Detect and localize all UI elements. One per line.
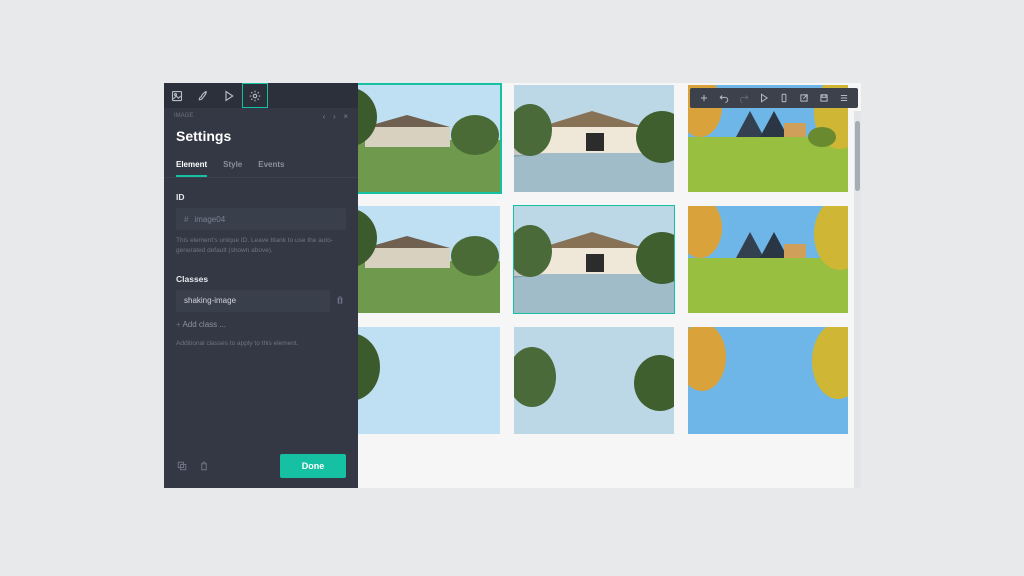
page-canvas[interactable]: IMAGE — [358, 83, 861, 488]
tb-plus-icon[interactable] — [694, 88, 714, 108]
id-label: ID — [164, 192, 358, 202]
tb-undo-icon[interactable] — [714, 88, 734, 108]
tb-open-icon[interactable] — [794, 88, 814, 108]
trash-icon[interactable] — [335, 295, 345, 305]
id-input[interactable]: # image04 — [176, 208, 346, 230]
panel-mode-image-icon[interactable] — [164, 83, 190, 108]
grid-row — [358, 327, 850, 434]
done-button[interactable]: Done — [280, 454, 346, 478]
add-class-button[interactable]: Add class ... — [176, 316, 346, 333]
tb-device-icon[interactable] — [774, 88, 794, 108]
image-thumb[interactable] — [358, 85, 500, 192]
tab-element[interactable]: Element — [176, 154, 207, 177]
tab-style[interactable]: Style — [223, 154, 242, 177]
panel-footer: Done — [164, 444, 358, 488]
panel-mode-tabs — [164, 83, 358, 108]
chevron-right-icon[interactable]: › — [333, 112, 336, 121]
tb-play-icon[interactable] — [754, 88, 774, 108]
image-thumb[interactable] — [688, 327, 848, 434]
panel-title: Settings — [164, 124, 358, 154]
classes-help-text: Additional classes to apply to this elem… — [164, 339, 358, 349]
delete-icon[interactable] — [198, 460, 210, 472]
breadcrumb-actions: ‹ › × — [317, 112, 348, 121]
tb-menu-icon[interactable] — [834, 88, 854, 108]
id-placeholder: image04 — [194, 215, 225, 224]
settings-panel: IMAGE ‹ › × Settings Element Style Event… — [164, 83, 358, 488]
breadcrumb-label: IMAGE — [174, 113, 193, 119]
panel-mode-play-icon[interactable] — [216, 83, 242, 108]
tabs-divider — [164, 177, 358, 178]
image-thumb[interactable] — [514, 85, 674, 192]
tab-events[interactable]: Events — [258, 154, 284, 177]
image-thumb[interactable] — [688, 206, 848, 313]
copy-icon[interactable] — [176, 460, 188, 472]
breadcrumb: IMAGE ‹ › × — [164, 108, 358, 124]
scrollbar-thumb[interactable] — [855, 121, 860, 191]
preview-toolbar — [690, 88, 858, 108]
id-prefix: # — [184, 215, 188, 224]
app-window: IMAGE ‹ › × Settings Element Style Event… — [164, 83, 861, 488]
image-thumb[interactable] — [358, 206, 500, 313]
image-thumb[interactable] — [358, 327, 500, 434]
panel-mode-gear-icon[interactable] — [242, 83, 268, 108]
id-help-text: This element's unique ID. Leave blank to… — [164, 236, 358, 256]
class-chip-label: shaking-image — [184, 296, 236, 305]
image-grid: IMAGE — [358, 85, 850, 448]
classes-label: Classes — [164, 274, 358, 284]
tb-redo-icon[interactable] — [734, 88, 754, 108]
close-icon[interactable]: × — [343, 112, 348, 121]
class-chip[interactable]: shaking-image — [176, 290, 330, 312]
settings-tabs: Element Style Events — [164, 154, 358, 177]
image-thumb[interactable]: IMAGE — [514, 206, 674, 313]
panel-mode-brush-icon[interactable] — [190, 83, 216, 108]
grid-row: IMAGE — [358, 206, 850, 313]
tb-save-icon[interactable] — [814, 88, 834, 108]
chevron-left-icon[interactable]: ‹ — [323, 112, 326, 121]
image-thumb[interactable] — [514, 327, 674, 434]
vertical-scrollbar[interactable] — [854, 111, 861, 488]
